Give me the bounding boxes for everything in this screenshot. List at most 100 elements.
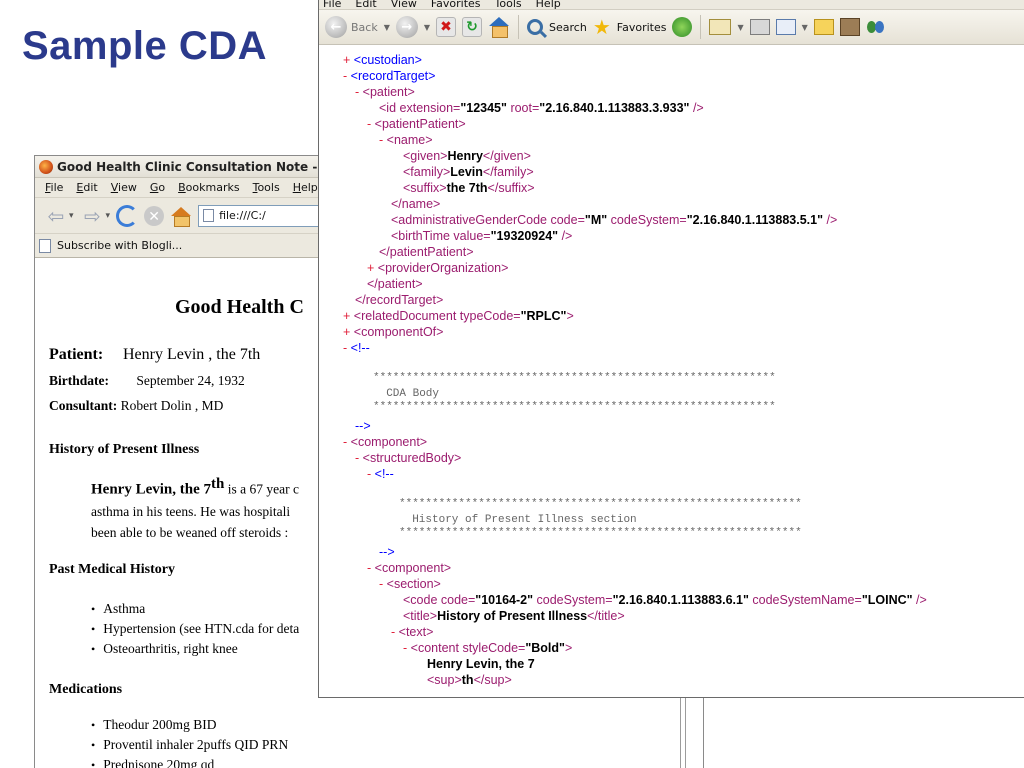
xml-line[interactable]: - <patient> [355,84,415,100]
collapse-marker[interactable]: - [343,69,347,83]
search-icon[interactable] [527,19,544,35]
xml-line[interactable]: - <!-- [367,466,394,482]
xml-line[interactable]: + <componentOf> [343,324,443,340]
ff-menu-tools[interactable]: Tools [253,181,280,194]
forward-dropdown-icon[interactable]: ▼ [424,23,430,32]
collapse-marker[interactable]: - [343,341,347,355]
ie-search-label[interactable]: Search [549,21,587,34]
xml-line[interactable]: - <!-- [343,340,370,356]
xml-tag: </patientPatient> [379,245,474,259]
mail-icon[interactable] [709,19,732,35]
collapse-marker[interactable]: - [343,435,347,449]
ie-menu-help[interactable]: Help [536,0,561,9]
ff-menu-go[interactable]: Go [150,181,165,194]
back-dropdown-icon[interactable]: ▾ [69,210,74,221]
xml-line[interactable]: - <component> [343,434,427,450]
ff-menu-edit[interactable]: Edit [76,181,97,194]
collapse-marker[interactable]: - [367,467,371,481]
hpi-superscript: th [211,476,225,492]
ie-menu-favorites[interactable]: Favorites [431,0,481,9]
back-arrow-icon[interactable]: ← [325,16,347,38]
edit-dropdown-icon[interactable]: ▼ [802,23,808,32]
back-dropdown-icon[interactable]: ▼ [384,23,390,32]
ie-xml-window: File Edit View Favorites Tools Help ← Ba… [318,0,1024,698]
collapse-marker[interactable]: - [355,85,359,99]
ff-back-button[interactable]: ⇦ [43,204,69,228]
xml-tag: <given> [403,149,448,163]
xml-line[interactable]: - <content styleCode="Bold"> [403,640,572,656]
collapse-marker[interactable]: - [355,451,359,465]
stop-icon[interactable]: ✕ [144,205,165,226]
xml-attr-value: "Bold" [525,641,565,655]
xml-tag: <content [410,641,459,655]
collapse-marker[interactable]: - [367,561,371,575]
hpi-line-1: Henry Levin, the 7th is a 67 year c [91,474,299,501]
ie-menu-view[interactable]: View [391,0,417,9]
ff-menu-file[interactable]: File [45,181,63,194]
xml-line: <sup>th</sup> [427,672,512,688]
forward-arrow-icon[interactable]: → [395,16,418,38]
research-icon[interactable] [839,18,860,36]
xml-attr-name: typeCode= [459,309,521,323]
xml-attr-name: codeSystemName= [752,593,862,607]
xml-line[interactable]: - <recordTarget> [343,68,435,84]
xml-line[interactable]: - <name> [379,132,433,148]
xml-line[interactable]: + <custodian> [343,52,422,68]
mail-dropdown-icon[interactable]: ▼ [737,23,743,32]
xml-line[interactable]: - <text> [391,624,433,640]
home-icon[interactable] [488,17,510,38]
collapse-marker[interactable]: - [367,117,371,131]
ie-menu-file[interactable]: File [323,0,341,9]
collapse-marker[interactable]: - [391,625,395,639]
print-icon[interactable] [749,19,770,35]
ff-menu-bookmarks[interactable]: Bookmarks [178,181,239,194]
reload-icon[interactable] [116,204,139,227]
home-icon[interactable] [170,206,192,227]
ie-menu-tools[interactable]: Tools [495,0,522,9]
ie-favorites-label[interactable]: Favorites [617,21,667,34]
ie-menu-edit[interactable]: Edit [355,0,376,9]
expand-marker[interactable]: + [367,261,374,275]
xml-attr-value: "2.16.840.1.113883.5.1" [686,213,824,227]
collapse-marker[interactable]: - [379,133,383,147]
xml-tag: <custodian> [353,53,422,67]
patient-value: Henry Levin , the 7th [123,346,261,363]
xml-line[interactable]: + <providerOrganization> [367,260,508,276]
xml-tag: <recordTarget> [350,69,436,83]
xml-tag: </title> [587,609,625,623]
xml-line[interactable]: - <component> [367,560,451,576]
bookmark-page-icon [39,238,51,253]
window-edge-divider [680,690,686,768]
ie-menubar: File Edit View Favorites Tools Help [319,0,1024,10]
refresh-icon[interactable]: ↻ [462,17,483,37]
xml-tag: </family> [482,165,534,179]
xml-tag: <patient> [362,85,415,99]
collapse-marker[interactable]: - [403,641,407,655]
ff-bookmark-blogli[interactable]: Subscribe with Blogli... [57,239,182,252]
xml-line[interactable]: - <patientPatient> [367,116,466,132]
edit-icon[interactable] [775,19,796,35]
expand-marker[interactable]: + [343,53,350,67]
xml-comment-open: <!-- [374,467,394,481]
stop-icon[interactable]: ✖ [436,17,457,37]
expand-marker[interactable]: + [343,325,350,339]
ff-menu-view[interactable]: View [111,181,137,194]
ff-menu-help[interactable]: Help [293,181,318,194]
xml-line[interactable]: - <structuredBody> [355,450,461,466]
xml-attr-name: root= [510,101,540,115]
xml-attr-value: "2.16.840.1.113883.6.1" [612,593,749,607]
hpi-text-3: been able to be weaned off steroids : [91,524,289,540]
folder-icon[interactable] [813,19,834,35]
forward-dropdown-icon[interactable]: ▾ [106,210,111,221]
expand-marker[interactable]: + [343,309,350,323]
page-icon [203,209,215,222]
ff-forward-button[interactable]: ⇨ [80,204,106,228]
ie-back-label[interactable]: Back [351,21,378,34]
xml-attr-value: "M" [584,213,608,227]
favorites-star-icon[interactable]: ★ [593,17,611,37]
messenger-icon[interactable] [866,18,886,36]
collapse-marker[interactable]: - [379,577,383,591]
xml-line[interactable]: + <relatedDocument typeCode="RPLC"> [343,308,574,324]
history-icon[interactable] [672,17,693,37]
xml-line[interactable]: - <section> [379,576,441,592]
